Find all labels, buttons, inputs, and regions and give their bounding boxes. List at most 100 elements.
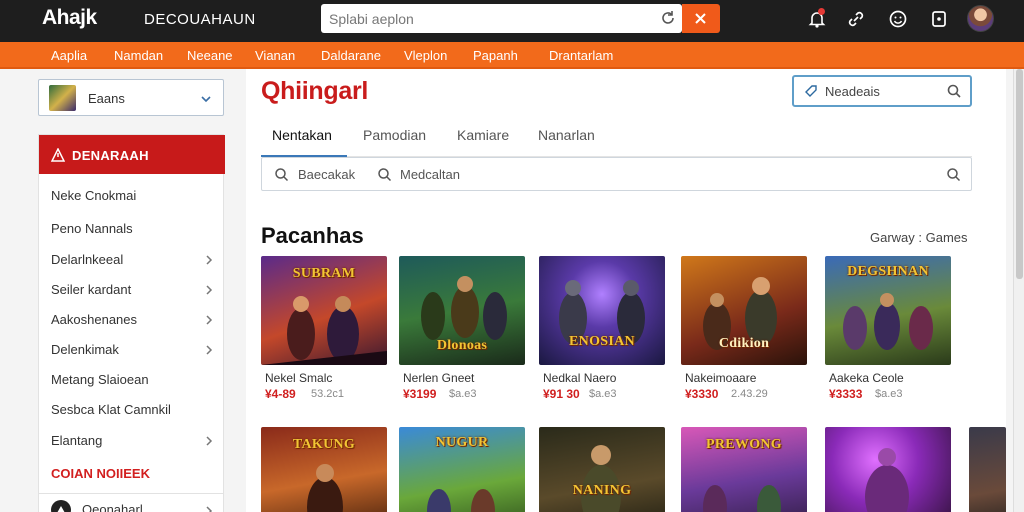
search-option-left[interactable]: Baecakak	[298, 167, 355, 182]
sidebar-item[interactable]: Metang Slaioean	[51, 370, 217, 390]
category-header[interactable]: DENARAAH	[39, 135, 225, 174]
game-cover-title: Cdikion	[718, 336, 770, 351]
sidebar-item[interactable]: Delenkimak	[51, 340, 217, 360]
filter-search-box[interactable]: Neadeais	[792, 75, 972, 107]
tab[interactable]: Nanarlan	[538, 127, 595, 143]
game-cover: ENOSIAN	[539, 256, 665, 365]
sidebar-item-label: Seiler kardant	[51, 282, 132, 297]
sidebar-item[interactable]: Sesbca Klat Camnkil	[51, 400, 217, 420]
game-cover-title: ENOSIAN	[569, 334, 635, 349]
game-cover	[825, 427, 951, 512]
game-cover: Cdikion	[681, 256, 807, 365]
game-price: ¥3330	[685, 387, 719, 401]
sidebar-item-label: Neke Cnokmai	[51, 188, 137, 203]
category-header-label: DENARAAH	[72, 148, 149, 163]
section-meta[interactable]: Garway : Games	[870, 230, 968, 245]
filter-search-placeholder: Neadeais	[825, 84, 880, 99]
sidebar-item-label: Delarlnkeeal	[51, 252, 124, 267]
game-original-price: 53.2c1	[311, 388, 345, 400]
sidebar-item[interactable]: Delarlnkeeal	[51, 250, 217, 270]
sidebar-red-link[interactable]: COIAN NOIIEEK	[51, 466, 150, 481]
warning-icon	[50, 147, 66, 162]
circle-logo-icon	[51, 500, 71, 512]
wallet-icon[interactable]	[929, 9, 949, 29]
refresh-icon[interactable]	[659, 9, 677, 27]
user-selector[interactable]: Eaans	[38, 79, 224, 116]
game-name[interactable]: Nedkal Naero	[543, 371, 616, 385]
sidebar-item-label: Delenkimak	[51, 342, 119, 357]
search-icon[interactable]	[946, 167, 961, 182]
game-cover-title: SUBRAM	[292, 266, 356, 281]
game-price: ¥3199	[403, 387, 437, 401]
page-title: Qhiingarl	[261, 77, 369, 105]
game-cover: PREWONG	[681, 427, 807, 512]
tab[interactable]: Pamodian	[363, 127, 426, 143]
sidebar-item-label: Metang Slaioean	[51, 372, 149, 387]
game-price: ¥3333	[829, 387, 863, 401]
nav-item[interactable]: Drantarlam	[549, 48, 613, 63]
avatar[interactable]	[967, 5, 994, 32]
top-bar: Ahajk DECOUAHAUN	[0, 0, 1024, 42]
game-cover-title: NANING	[572, 483, 632, 498]
nav-item[interactable]: Papanh	[473, 48, 518, 63]
game-cover-title: NUGUR	[435, 435, 489, 450]
game-cover: DEGSHNAN	[825, 256, 951, 365]
top-search-input[interactable]	[329, 9, 649, 29]
game-price: ¥91 30	[543, 387, 580, 401]
game-cover-title: TAKUNG	[292, 437, 356, 452]
game-cover: TAKUNG	[261, 427, 387, 512]
search-clear-button[interactable]	[682, 4, 720, 33]
sidebar-bottom-label: Qeonaharl	[82, 502, 143, 512]
section-title: Pacanhas	[261, 223, 364, 248]
game-name[interactable]: Nerlen Gneet	[403, 371, 474, 385]
search-icon[interactable]	[946, 83, 962, 99]
nav-item[interactable]: Aaplia	[51, 48, 87, 63]
link-icon[interactable]	[846, 9, 866, 29]
sidebar-item[interactable]: Seiler kardant	[51, 280, 217, 300]
close-icon	[695, 13, 706, 24]
tab-bar: Nentakan Pamodian Kamiare Nanarlan	[261, 117, 972, 157]
chevron-down-icon	[200, 92, 212, 104]
chevron-right-icon	[204, 344, 214, 356]
scrollbar-thumb[interactable]	[1016, 69, 1023, 279]
sidebar-item[interactable]: Peno Nannals	[51, 219, 217, 239]
search-option-right[interactable]: Medcaltan	[400, 167, 460, 182]
main-search-bar[interactable]: Baecakak Medcaltan	[261, 157, 972, 191]
smile-icon[interactable]	[888, 9, 908, 29]
sidebar-item[interactable]: Neke Cnokmai	[51, 186, 217, 206]
nav-item[interactable]: Neeane	[187, 48, 233, 63]
game-original-price: 2.43.29	[731, 388, 768, 400]
chevron-right-icon	[204, 435, 214, 447]
notification-dot	[818, 8, 825, 15]
nav-item[interactable]: Vleplon	[404, 48, 447, 63]
sidebar-bottom-item[interactable]: Qeonaharl	[38, 493, 224, 512]
game-cover: SUBRAM	[261, 256, 387, 365]
game-name[interactable]: Nekel Smalc	[265, 371, 332, 385]
game-cover-title: DEGSHNAN	[847, 264, 929, 279]
game-original-price: $a.e3	[875, 388, 903, 400]
site-logo[interactable]: Ahajk	[42, 6, 97, 30]
sidebar-item[interactable]: Elantang	[51, 431, 217, 451]
sidebar-item[interactable]: Aakoshenanes	[51, 310, 217, 330]
scrollbar[interactable]	[1013, 69, 1024, 512]
chevron-right-icon	[204, 284, 214, 296]
search-icon	[274, 167, 289, 182]
sidebar-item-label: Peno Nannals	[51, 221, 133, 236]
game-cover	[969, 427, 1006, 512]
tab[interactable]: Kamiare	[457, 127, 509, 143]
site-tagline: DECOUAHAUN	[144, 11, 256, 28]
game-price: ¥4-89	[265, 387, 296, 401]
chevron-right-icon	[204, 254, 214, 266]
category-nav: Aaplia Namdan Neeane Vianan Daldarane Vl…	[0, 42, 1024, 69]
game-name[interactable]: Nakeimoaare	[685, 371, 756, 385]
user-thumbnail	[49, 85, 76, 111]
sidebar-item-label: Sesbca Klat Camnkil	[51, 402, 171, 417]
nav-item[interactable]: Vianan	[255, 48, 295, 63]
chevron-right-icon	[204, 314, 214, 326]
game-name[interactable]: Aakeka Ceole	[829, 371, 904, 385]
sidebar-item-label: Elantang	[51, 433, 103, 448]
category-panel: DENARAAH Neke Cnokmai Peno Nannals Delar…	[38, 134, 225, 512]
tab-active[interactable]: Nentakan	[272, 127, 332, 143]
nav-item[interactable]: Namdan	[114, 48, 163, 63]
nav-item[interactable]: Daldarane	[321, 48, 381, 63]
